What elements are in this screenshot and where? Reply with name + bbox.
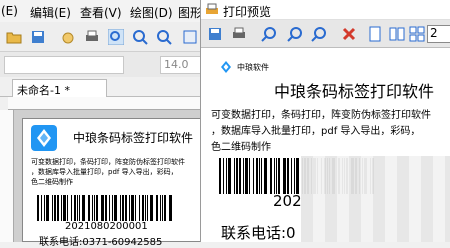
zoom-out-icon[interactable]	[156, 29, 172, 45]
document-tab-label: 未命名-1 *	[17, 84, 70, 97]
format-toolbar: 14.0	[0, 52, 215, 77]
preview-text-line2: ，数据库导入批量打印，pdf 导入导出，彩码，	[211, 126, 421, 137]
print-icon[interactable]	[84, 29, 100, 45]
label-phone: 联系电话:0371-60942585	[39, 237, 163, 248]
zoom-out-icon[interactable]	[287, 26, 303, 42]
zoom-in-icon[interactable]	[261, 26, 277, 42]
menu-item-edit[interactable]: 编辑(E)	[30, 4, 71, 21]
preview-phone: 联系电话:0	[221, 224, 296, 242]
menu-item-edit-partial[interactable]: (E)	[1, 4, 18, 18]
label-title: 中琅条码标签打印软件	[73, 131, 194, 145]
preview-barcode-number: 202	[273, 192, 302, 210]
preview-text-line3: 色二维码制作	[211, 142, 271, 153]
printer-app-icon	[206, 3, 218, 14]
zhonglang-logo-icon	[221, 61, 231, 73]
zoom-in-icon[interactable]	[132, 29, 148, 45]
menu-item-view[interactable]: 查看(V)	[80, 4, 122, 21]
label-barcode-number: 2021080200001	[65, 221, 148, 232]
save-icon[interactable]	[207, 26, 223, 42]
open-folder-icon[interactable]	[6, 29, 22, 45]
document-tab[interactable]: 未命名-1 *	[12, 79, 107, 97]
label-text-line3: 色二维码制作	[31, 178, 73, 186]
two-page-icon[interactable]	[389, 26, 405, 42]
main-toolbar	[0, 22, 215, 52]
preview-window-title: 打印预览	[223, 5, 272, 19]
multi-page-icon[interactable]	[409, 26, 425, 42]
close-red-x-icon[interactable]	[341, 26, 357, 42]
single-page-icon[interactable]	[367, 26, 383, 42]
save-icon[interactable]	[30, 29, 46, 45]
preview-page: 中琅软件 中琅条码标签打印软件 可变数据打印，条码打印，阵变防伪标签打印软件 ，…	[209, 48, 450, 242]
print-icon[interactable]	[231, 26, 247, 42]
mosaic-blur-region	[301, 156, 450, 242]
zoom-fit-icon[interactable]	[311, 26, 327, 42]
preview-toolbar: 2	[201, 20, 450, 48]
menu-item-draw[interactable]: 绘图(D)	[130, 4, 173, 21]
font-name-combo[interactable]	[4, 56, 124, 74]
label-design[interactable]: 中琅条码标签打印软件 可变数据打印，条码打印，阵变防伪标签打印软件 ，数据库导入…	[22, 118, 210, 248]
label-text-line2: ，数据库导入批量打印，pdf 导入导出，彩码，	[31, 168, 178, 176]
zoom-icon[interactable]	[108, 29, 124, 45]
preview-text-line1: 可变数据打印，条码打印，阵变防伪标签打印软件	[211, 110, 431, 121]
preview-logo-text: 中琅软件	[237, 63, 269, 72]
fit-page-icon[interactable]	[182, 29, 198, 45]
label-text-line1: 可变数据打印，条码打印，阵变防伪标签打印软件	[31, 158, 185, 166]
document-tab-bar: 未命名-1 *	[0, 77, 215, 97]
preview-title: 中琅条码标签打印软件	[274, 82, 435, 101]
page-number-input[interactable]: 2	[427, 25, 450, 43]
vertical-ruler	[0, 110, 14, 242]
preview-title-bar: 打印预览	[201, 0, 450, 20]
menu-bar: (E) 编辑(E) 查看(V) 绘图(D) 图形(	[0, 0, 215, 22]
pan-hand-icon[interactable]	[60, 29, 76, 45]
label-barcode	[37, 195, 187, 221]
print-preview-window: 打印预览 2 中琅软件 中琅条码标签打印软件 可变数据打印，条码打印，阵变防伪标…	[200, 0, 450, 242]
zhonglang-logo-icon	[31, 125, 57, 151]
horizontal-ruler	[8, 97, 215, 110]
